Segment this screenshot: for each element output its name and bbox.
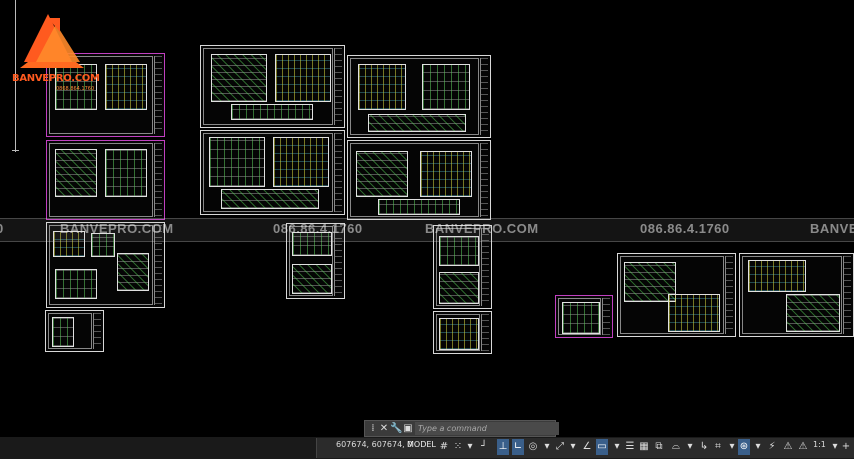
gizmo-icon[interactable]: ⊛ xyxy=(738,439,750,455)
drawing-sheet[interactable] xyxy=(347,55,491,138)
selection-filter-icon[interactable]: ⌗ xyxy=(712,439,724,455)
lineweight-icon[interactable]: ☰ xyxy=(624,439,636,455)
annotation-scale-icon[interactable]: ⚠ xyxy=(797,439,809,455)
dynamic-ucs-icon[interactable]: ↳ xyxy=(698,439,710,455)
transparency-icon[interactable]: ▦ xyxy=(638,439,650,455)
drawing-sheet[interactable] xyxy=(200,45,345,128)
ucs-axis-tick xyxy=(12,150,19,151)
recent-commands-icon[interactable]: ▣ xyxy=(402,422,414,435)
snap-dropdown-icon[interactable]: ▾ xyxy=(464,439,476,455)
selection-filter-dropdown-icon[interactable]: ▾ xyxy=(726,439,738,455)
ortho-icon[interactable]: ∟ xyxy=(512,439,524,455)
object-snap-dropdown-icon[interactable]: ▾ xyxy=(611,439,623,455)
command-input[interactable] xyxy=(415,422,559,435)
logo-brand-text: BANVEPRO.COM xyxy=(12,73,100,84)
drawing-sheet[interactable] xyxy=(347,140,491,220)
annotation-visibility-dropdown-icon[interactable]: ▾ xyxy=(752,439,764,455)
customize-icon[interactable]: 🔧 xyxy=(390,422,402,435)
annotation-scale-label[interactable]: 1:1 xyxy=(813,440,826,449)
object-snap-tracking-icon[interactable]: ∠ xyxy=(581,439,593,455)
3d-osnap-dropdown-icon[interactable]: ▾ xyxy=(684,439,696,455)
logo-phone-text: 0868.864.1760 xyxy=(56,86,95,92)
auto-scale-icon[interactable]: ⚠ xyxy=(782,439,794,455)
drawing-sheet[interactable] xyxy=(46,140,165,220)
polar-icon[interactable]: ◎ xyxy=(527,439,539,455)
drawing-sheet[interactable] xyxy=(433,311,492,354)
drawing-sheet[interactable] xyxy=(617,253,736,337)
command-line[interactable]: ⁞ ✕ 🔧 ▣ xyxy=(364,420,559,437)
watermark-text: 0 xyxy=(0,221,4,236)
watermark-text: 086.86.4.1760 xyxy=(640,221,730,236)
watermark-text: 086.86.4.1760 xyxy=(273,221,363,236)
infer-constraints-icon[interactable]: ┘ xyxy=(478,439,490,455)
polar-dropdown-icon[interactable]: ▾ xyxy=(541,439,553,455)
object-snap-icon[interactable]: ▭ xyxy=(596,439,608,455)
drawing-sheet[interactable] xyxy=(45,310,104,352)
drawing-sheet[interactable] xyxy=(200,130,345,215)
banvepro-logo: BANVEPRO.COM 0868.864.1760 xyxy=(8,10,104,102)
watermark-text: BANVEPRO.COM xyxy=(60,221,174,236)
house-logo-icon xyxy=(20,14,84,68)
watermark-text: BANVEPRO.COM xyxy=(425,221,539,236)
3d-osnap-icon[interactable]: ⌓ xyxy=(670,439,682,455)
workspace-switching-icon[interactable]: + xyxy=(840,439,852,455)
grid-icon[interactable]: # xyxy=(438,439,450,455)
close-icon[interactable]: ✕ xyxy=(378,422,390,435)
selection-cycling-icon[interactable]: ⧉ xyxy=(653,439,665,455)
drawing-sheet[interactable] xyxy=(739,253,854,337)
drawing-canvas[interactable]: BANVEPRO.COM 0868.864.1760 0 BANVEPRO.CO… xyxy=(0,0,854,437)
drawing-sheet[interactable] xyxy=(555,295,613,338)
watermark-text: BANVE xyxy=(810,221,854,236)
dynamic-input-icon[interactable]: ⊥ xyxy=(497,439,509,455)
coordinates-readout[interactable]: 607674, 607674, 0 xyxy=(336,440,412,449)
model-space-button[interactable]: MODEL xyxy=(407,440,436,449)
annotation-visibility-icon[interactable]: ⚡ xyxy=(766,439,778,455)
snap-icon[interactable]: ⁙ xyxy=(452,439,464,455)
isodraft-dropdown-icon[interactable]: ▾ xyxy=(567,439,579,455)
isodraft-icon[interactable]: ⤢ xyxy=(554,439,566,455)
